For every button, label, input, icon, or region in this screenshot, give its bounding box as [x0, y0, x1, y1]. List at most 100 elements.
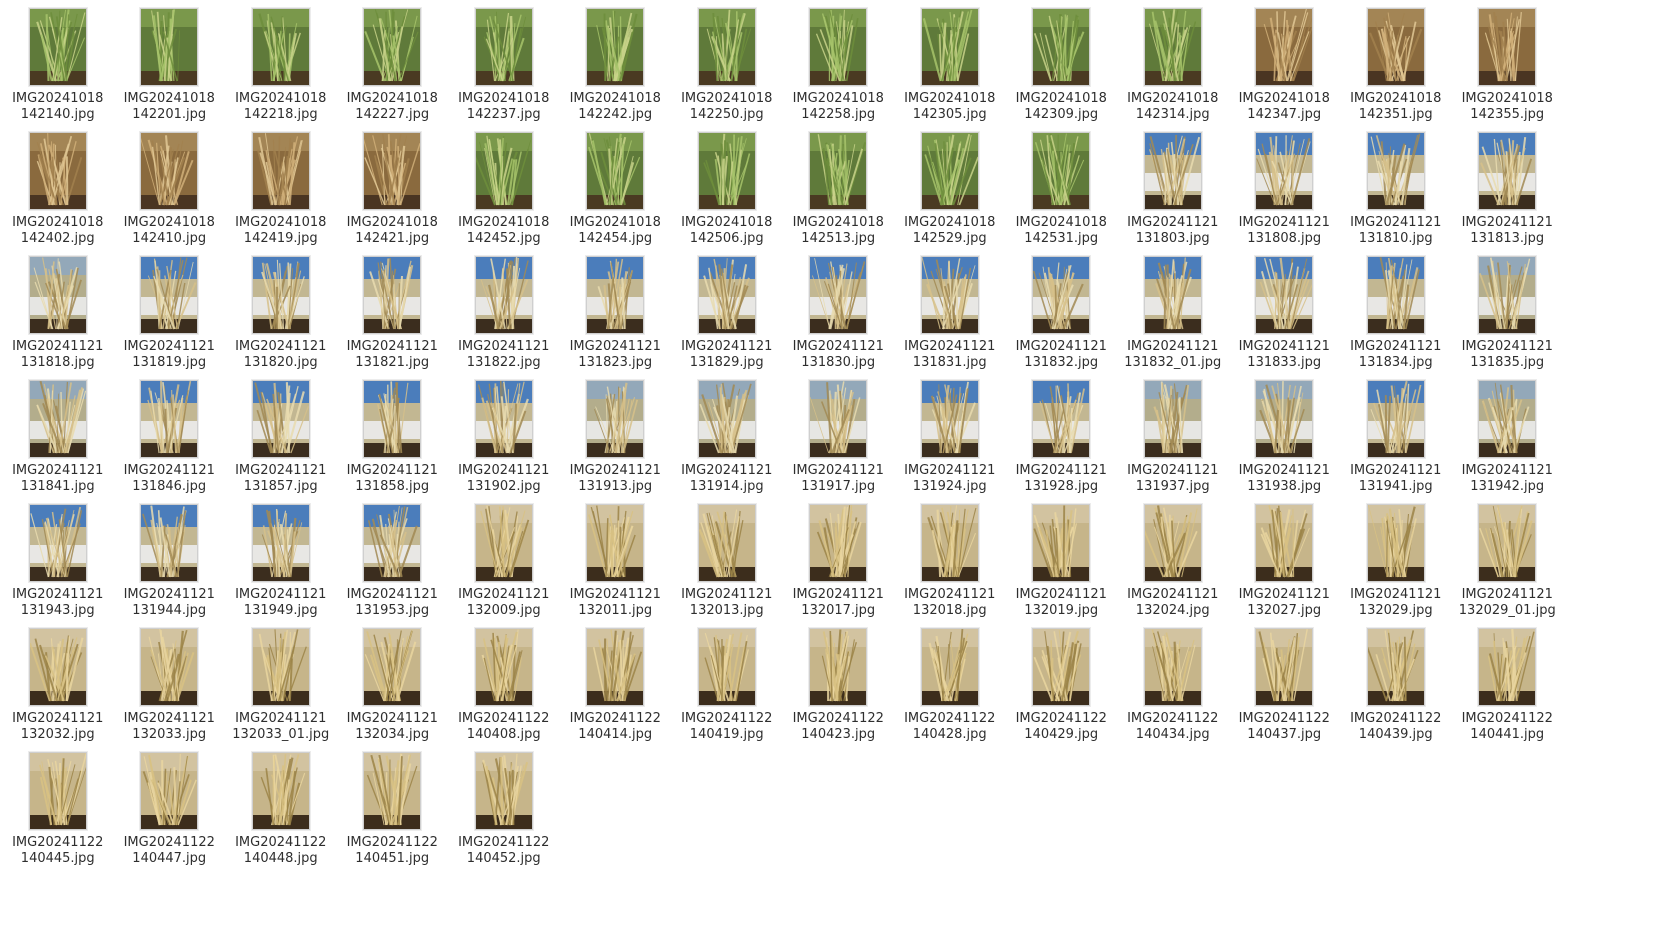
image-thumbnail[interactable] — [1143, 132, 1202, 210]
file-item[interactable]: IMG20241121 132033.jpg — [114, 626, 226, 750]
image-thumbnail[interactable] — [474, 256, 533, 334]
image-thumbnail[interactable] — [1255, 504, 1314, 582]
image-thumbnail[interactable] — [920, 256, 979, 334]
image-thumbnail[interactable] — [586, 628, 645, 706]
image-thumbnail[interactable] — [1255, 380, 1314, 458]
image-thumbnail[interactable] — [920, 380, 979, 458]
image-thumbnail[interactable] — [474, 8, 533, 86]
file-item[interactable]: IMG20241121 131942.jpg — [1452, 378, 1564, 502]
file-item[interactable]: IMG20241121 131820.jpg — [225, 254, 337, 378]
file-item[interactable]: IMG20241018 142201.jpg — [114, 6, 226, 130]
image-thumbnail[interactable] — [1366, 628, 1425, 706]
file-item[interactable]: IMG20241121 132018.jpg — [894, 502, 1006, 626]
file-item[interactable]: IMG20241122 140414.jpg — [560, 626, 672, 750]
image-thumbnail[interactable] — [140, 256, 199, 334]
image-thumbnail[interactable] — [28, 8, 87, 86]
image-thumbnail[interactable] — [697, 380, 756, 458]
image-thumbnail[interactable] — [363, 752, 422, 830]
image-thumbnail[interactable] — [1478, 504, 1537, 582]
image-thumbnail[interactable] — [697, 8, 756, 86]
image-thumbnail[interactable] — [1255, 256, 1314, 334]
file-item[interactable]: IMG20241121 131830.jpg — [783, 254, 895, 378]
file-item[interactable]: IMG20241121 131822.jpg — [448, 254, 560, 378]
file-item[interactable]: IMG20241121 131829.jpg — [671, 254, 783, 378]
file-item[interactable]: IMG20241122 140451.jpg — [337, 750, 449, 874]
file-item[interactable]: IMG20241121 131810.jpg — [1340, 130, 1452, 254]
file-item[interactable]: IMG20241018 142531.jpg — [1006, 130, 1118, 254]
file-item[interactable]: IMG20241018 142218.jpg — [225, 6, 337, 130]
image-thumbnail[interactable] — [28, 752, 87, 830]
image-thumbnail[interactable] — [251, 504, 310, 582]
file-item[interactable]: IMG20241122 140434.jpg — [1117, 626, 1229, 750]
file-item[interactable]: IMG20241121 131944.jpg — [114, 502, 226, 626]
file-item[interactable]: IMG20241121 131902.jpg — [448, 378, 560, 502]
image-thumbnail[interactable] — [363, 628, 422, 706]
file-item[interactable]: IMG20241121 131821.jpg — [337, 254, 449, 378]
file-item[interactable]: IMG20241121 131808.jpg — [1229, 130, 1341, 254]
image-thumbnail[interactable] — [28, 132, 87, 210]
image-thumbnail[interactable] — [920, 8, 979, 86]
file-item[interactable]: IMG20241122 140428.jpg — [894, 626, 1006, 750]
file-item[interactable]: IMG20241018 142513.jpg — [783, 130, 895, 254]
image-thumbnail[interactable] — [697, 504, 756, 582]
file-item[interactable]: IMG20241121 131938.jpg — [1229, 378, 1341, 502]
file-item[interactable]: IMG20241121 131858.jpg — [337, 378, 449, 502]
file-item[interactable]: IMG20241122 140429.jpg — [1006, 626, 1118, 750]
image-thumbnail[interactable] — [363, 504, 422, 582]
image-thumbnail[interactable] — [920, 132, 979, 210]
image-thumbnail[interactable] — [809, 628, 868, 706]
file-item[interactable]: IMG20241121 132019.jpg — [1006, 502, 1118, 626]
file-item[interactable]: IMG20241018 142237.jpg — [448, 6, 560, 130]
file-item[interactable]: IMG20241121 131953.jpg — [337, 502, 449, 626]
image-thumbnail[interactable] — [1255, 628, 1314, 706]
image-thumbnail[interactable] — [251, 752, 310, 830]
image-thumbnail[interactable] — [809, 380, 868, 458]
image-thumbnail[interactable] — [1032, 628, 1091, 706]
image-thumbnail[interactable] — [140, 752, 199, 830]
image-thumbnail[interactable] — [920, 628, 979, 706]
image-thumbnail[interactable] — [1143, 628, 1202, 706]
image-thumbnail[interactable] — [251, 256, 310, 334]
image-thumbnail[interactable] — [1032, 256, 1091, 334]
file-item[interactable]: IMG20241121 131949.jpg — [225, 502, 337, 626]
image-thumbnail[interactable] — [140, 380, 199, 458]
file-item[interactable]: IMG20241018 142227.jpg — [337, 6, 449, 130]
file-item[interactable]: IMG20241018 142421.jpg — [337, 130, 449, 254]
image-thumbnail[interactable] — [1143, 256, 1202, 334]
image-thumbnail[interactable] — [586, 8, 645, 86]
image-thumbnail[interactable] — [1032, 504, 1091, 582]
file-item[interactable]: IMG20241122 140423.jpg — [783, 626, 895, 750]
image-thumbnail[interactable] — [697, 132, 756, 210]
image-thumbnail[interactable] — [809, 256, 868, 334]
image-thumbnail[interactable] — [1032, 8, 1091, 86]
file-item[interactable]: IMG20241121 131831.jpg — [894, 254, 1006, 378]
file-item[interactable]: IMG20241122 140448.jpg — [225, 750, 337, 874]
image-thumbnail[interactable] — [697, 256, 756, 334]
image-thumbnail[interactable] — [809, 8, 868, 86]
file-item[interactable]: IMG20241121 131823.jpg — [560, 254, 672, 378]
image-thumbnail[interactable] — [251, 132, 310, 210]
file-item[interactable]: IMG20241121 131835.jpg — [1452, 254, 1564, 378]
image-thumbnail[interactable] — [363, 256, 422, 334]
file-item[interactable]: IMG20241122 140419.jpg — [671, 626, 783, 750]
file-item[interactable]: IMG20241121 132011.jpg — [560, 502, 672, 626]
image-thumbnail[interactable] — [363, 380, 422, 458]
file-item[interactable]: IMG20241018 142454.jpg — [560, 130, 672, 254]
image-thumbnail[interactable] — [1143, 380, 1202, 458]
file-item[interactable]: IMG20241121 131832_01.jpg — [1117, 254, 1229, 378]
image-thumbnail[interactable] — [1255, 132, 1314, 210]
file-item[interactable]: IMG20241121 132029.jpg — [1340, 502, 1452, 626]
file-item[interactable]: IMG20241121 131834.jpg — [1340, 254, 1452, 378]
file-item[interactable]: IMG20241121 132027.jpg — [1229, 502, 1341, 626]
file-item[interactable]: IMG20241121 132013.jpg — [671, 502, 783, 626]
file-item[interactable]: IMG20241122 140408.jpg — [448, 626, 560, 750]
file-item[interactable]: IMG20241018 142242.jpg — [560, 6, 672, 130]
image-thumbnail[interactable] — [474, 504, 533, 582]
file-item[interactable]: IMG20241018 142314.jpg — [1117, 6, 1229, 130]
image-thumbnail[interactable] — [28, 504, 87, 582]
image-thumbnail[interactable] — [363, 132, 422, 210]
file-item[interactable]: IMG20241122 140439.jpg — [1340, 626, 1452, 750]
image-thumbnail[interactable] — [1478, 256, 1537, 334]
image-thumbnail[interactable] — [140, 628, 199, 706]
file-item[interactable]: IMG20241121 131833.jpg — [1229, 254, 1341, 378]
